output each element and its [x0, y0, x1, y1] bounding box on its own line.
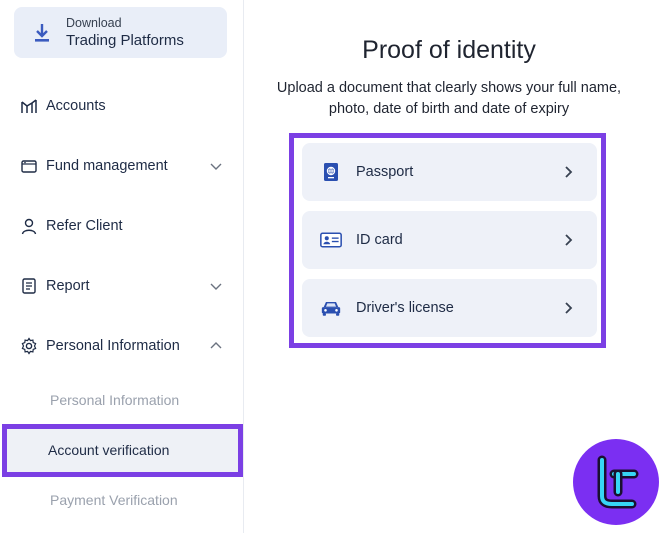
page-description: Upload a document that clearly shows you…: [276, 80, 622, 117]
brand-logo-icon: [597, 455, 639, 509]
chevron-right-icon: [565, 166, 573, 178]
sidebar: Download Trading Platforms Accounts Fund…: [0, 0, 244, 533]
wallet-icon: [20, 157, 38, 175]
sidebar-item-report[interactable]: Report: [0, 271, 244, 301]
gear-icon: [20, 337, 38, 355]
drivers-license-option-button[interactable]: Driver's license: [302, 279, 597, 337]
subitem-account-verification[interactable]: Account verification: [48, 442, 169, 458]
sidebar-item-label: Report: [46, 278, 90, 294]
passport-option-button[interactable]: Passport: [302, 143, 597, 201]
car-icon: [320, 297, 342, 319]
id-card-option-button[interactable]: ID card: [302, 211, 597, 269]
sidebar-item-label: Accounts: [46, 98, 106, 114]
passport-label: Passport: [356, 164, 414, 180]
drivers-license-label: Driver's license: [356, 300, 454, 316]
download-trading-platforms-button[interactable]: Download Trading Platforms: [14, 7, 227, 58]
chevron-down-icon[interactable]: [208, 278, 224, 294]
user-icon: [20, 217, 38, 235]
download-small-label: Download: [66, 15, 122, 30]
sidebar-item-fund-management[interactable]: Fund management: [0, 151, 244, 181]
subitem-personal-information[interactable]: Personal Information: [50, 392, 179, 408]
page-title: Proof of identity: [362, 36, 536, 64]
sidebar-item-label: Refer Client: [46, 218, 123, 234]
sidebar-item-refer-client[interactable]: Refer Client: [0, 211, 244, 241]
id-card-icon: [320, 229, 342, 251]
sidebar-item-personal-information[interactable]: Personal Information: [0, 331, 244, 361]
download-icon: [35, 23, 49, 42]
download-big-label: Trading Platforms: [66, 31, 184, 49]
chevron-right-icon: [565, 234, 573, 246]
document-icon: [20, 277, 38, 295]
chart-icon: [20, 97, 38, 115]
passport-icon: [320, 161, 342, 183]
subitem-payment-verification[interactable]: Payment Verification: [50, 492, 178, 508]
chevron-right-icon: [565, 302, 573, 314]
chevron-up-icon[interactable]: [208, 338, 224, 354]
id-card-label: ID card: [356, 232, 403, 248]
sidebar-item-label: Personal Information: [46, 338, 180, 354]
sidebar-item-label: Fund management: [46, 158, 168, 174]
chevron-down-icon[interactable]: [208, 158, 224, 174]
sidebar-item-accounts[interactable]: Accounts: [0, 91, 244, 121]
brand-logo: [573, 439, 659, 525]
